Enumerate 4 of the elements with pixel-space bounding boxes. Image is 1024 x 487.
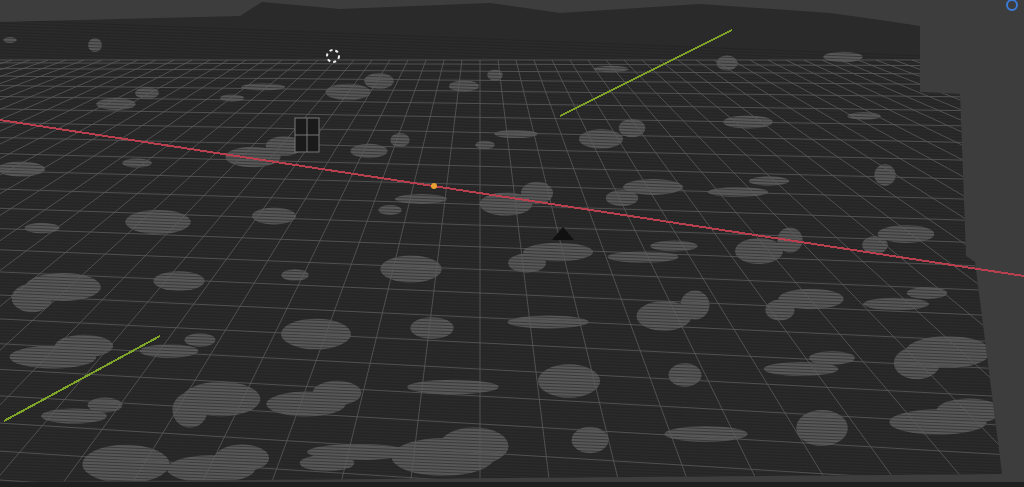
pyramid-icon[interactable]	[552, 227, 574, 240]
navigation-gizmo-icon[interactable]	[1006, 0, 1018, 11]
light-icon[interactable]	[431, 183, 437, 189]
3d-cursor-icon	[326, 49, 340, 63]
